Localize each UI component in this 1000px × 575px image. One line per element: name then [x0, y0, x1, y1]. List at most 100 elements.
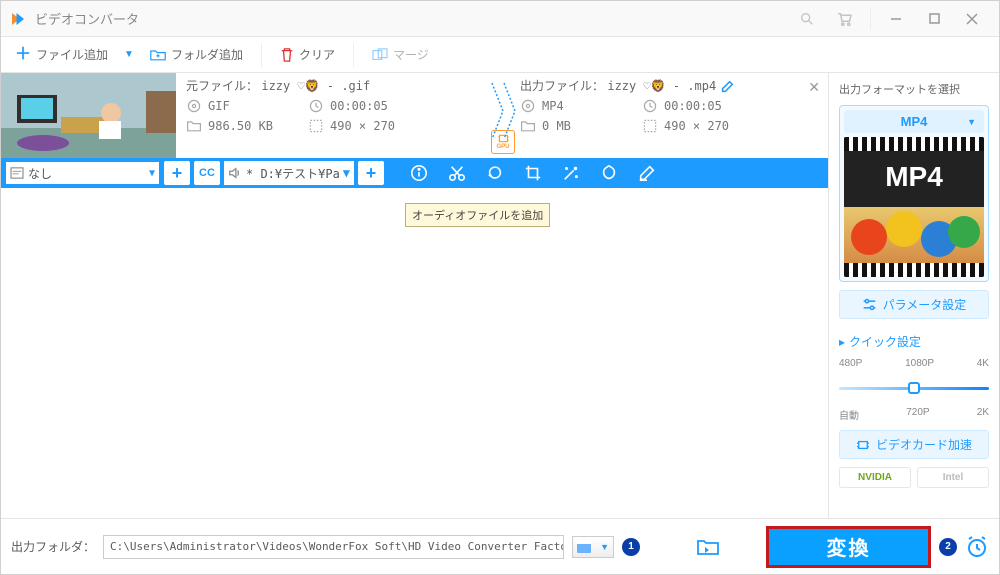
intel-badge: Intel [917, 467, 989, 488]
sliders-icon [862, 298, 877, 311]
output-column: 出力ファイル： izzy ♡🦁 - .mp4 MP4 00:00:05 0 MB… [520, 77, 820, 156]
vendor-row: NVIDIA Intel [839, 467, 989, 488]
output-folder-field[interactable]: C:\Users\Administrator\Videos\WonderFox … [103, 535, 564, 559]
audio-value: * D:¥テスト¥Pack [246, 165, 339, 182]
rotate-icon[interactable] [486, 164, 504, 182]
source-size: 986.50 KB [208, 119, 273, 133]
subtitle-select[interactable]: なし ▼ [5, 161, 160, 185]
scale-bottom-labels: 自動720P2K [839, 407, 989, 422]
callout-1: 1 [622, 538, 640, 556]
output-size: 0 MB [542, 119, 571, 133]
quick-set-heading: ▸クイック設定 [839, 333, 989, 350]
param-label: パラメータ設定 [883, 296, 967, 313]
add-file-button[interactable]: ＋ ファイル追加 [9, 42, 114, 67]
add-subtitle-button[interactable]: + [164, 161, 190, 185]
edit-pen-icon[interactable] [638, 164, 656, 182]
edit-icon[interactable] [720, 80, 734, 94]
output-filename: izzy ♡🦁 - .mp4 [607, 79, 716, 93]
output-path: C:\Users\Administrator\Videos\WonderFox … [110, 540, 564, 553]
slider-knob[interactable] [908, 382, 920, 394]
crop-icon[interactable] [524, 164, 542, 182]
format-card[interactable]: MP4 ▼ MP4 [839, 105, 989, 282]
folder-icon [186, 118, 202, 134]
add-file-chevron-icon[interactable]: ▼ [120, 49, 138, 60]
source-label: 元ファイル： [186, 79, 258, 93]
cc-button[interactable]: CC [194, 161, 220, 185]
merge-icon [372, 48, 388, 62]
add-folder-button[interactable]: フォルダ追加 [144, 42, 249, 67]
audio-select[interactable]: * D:¥テスト¥Pack ▼ [224, 161, 354, 185]
output-folder-label: 出力フォルダ： [11, 538, 95, 555]
output-folder-dropdown[interactable]: ▼ [572, 536, 614, 558]
edit-tool-strip [394, 164, 672, 182]
format-preview: MP4 [844, 137, 984, 277]
cut-icon[interactable] [448, 164, 466, 182]
maximize-button[interactable] [915, 1, 953, 37]
output-format-title: 出力フォーマットを選択 [839, 81, 989, 97]
convert-label: 変換 [827, 532, 871, 561]
bottom-bar: 出力フォルダ： C:\Users\Administrator\Videos\Wo… [1, 518, 999, 574]
content-pane: 元ファイル： izzy ♡🦁 - .gif GIF 00:00:05 986.5… [1, 73, 829, 518]
cart-icon[interactable] [826, 1, 864, 37]
clear-label: クリア [299, 46, 335, 63]
add-audio-tooltip: オーディオファイルを追加 [405, 203, 550, 227]
remove-item-button[interactable]: ✕ [808, 79, 820, 96]
add-file-label: ファイル追加 [36, 46, 108, 63]
format-select[interactable]: MP4 ▼ [844, 110, 984, 133]
right-panel: 出力フォーマットを選択 MP4 ▼ MP4 パラメータ設定 [829, 73, 999, 518]
quick-set-slider[interactable]: 480P1080P4K 自動720P2K [839, 358, 989, 422]
output-dimensions: 490 × 270 [664, 119, 729, 133]
source-filename: izzy ♡🦁 - .gif [261, 79, 370, 93]
format-big-label: MP4 [844, 161, 984, 193]
add-audio-button[interactable]: + [358, 161, 384, 185]
source-dimensions: 490 × 270 [330, 119, 395, 133]
scale-top-labels: 480P1080P4K [839, 358, 989, 369]
dimensions-icon [642, 118, 658, 134]
gpu-accel-button[interactable]: ビデオカード加速 [839, 430, 989, 459]
window-title: ビデオコンバータ [35, 9, 139, 28]
conversion-divider: GPU [486, 77, 520, 156]
add-folder-label: フォルダ追加 [171, 46, 243, 63]
media-item: 元ファイル： izzy ♡🦁 - .gif GIF 00:00:05 986.5… [1, 73, 828, 188]
convert-button[interactable]: 変換 [766, 526, 931, 568]
app-logo-icon [9, 10, 27, 28]
main-area: 元ファイル： izzy ♡🦁 - .gif GIF 00:00:05 986.5… [1, 73, 999, 518]
gpu-label: GPU [496, 144, 509, 150]
speaker-icon [228, 166, 242, 180]
merge-button: マージ [366, 42, 435, 67]
chip-icon [856, 439, 870, 451]
thumbnail[interactable] [1, 73, 176, 158]
clock-icon [642, 98, 658, 114]
output-format: MP4 [542, 99, 564, 113]
titlebar: ビデオコンバータ [1, 1, 999, 37]
output-duration: 00:00:05 [664, 99, 722, 113]
app-window: ビデオコンバータ ＋ ファイル追加 ▼ フォルダ追加 クリア マージ [0, 0, 1000, 575]
clock-icon [308, 98, 324, 114]
clear-button[interactable]: クリア [274, 42, 341, 67]
folder-plus-icon [150, 48, 166, 62]
parameter-settings-button[interactable]: パラメータ設定 [839, 290, 989, 319]
callout-2: 2 [939, 538, 957, 556]
close-button[interactable] [953, 1, 991, 37]
open-folder-icon[interactable] [696, 537, 720, 557]
disc-icon [186, 98, 202, 114]
trash-icon [280, 47, 294, 63]
format-value: MP4 [901, 114, 928, 129]
subtitle-value: なし [28, 165, 145, 182]
subtitle-icon [10, 167, 24, 179]
source-column: 元ファイル： izzy ♡🦁 - .gif GIF 00:00:05 986.5… [186, 77, 486, 156]
effects-icon[interactable] [562, 164, 580, 182]
item-details: 元ファイル： izzy ♡🦁 - .gif GIF 00:00:05 986.5… [176, 73, 828, 158]
nvidia-badge: NVIDIA [839, 467, 911, 488]
search-icon[interactable] [788, 1, 826, 37]
main-toolbar: ＋ ファイル追加 ▼ フォルダ追加 クリア マージ [1, 37, 999, 73]
item-toolbar: なし ▼ + CC * D:¥テスト¥Pack ▼ + [1, 158, 828, 188]
minimize-button[interactable] [877, 1, 915, 37]
info-icon[interactable] [410, 164, 428, 182]
disc-icon [520, 98, 536, 114]
alarm-icon[interactable] [965, 535, 989, 559]
folder-icon [520, 118, 536, 134]
watermark-icon[interactable] [600, 164, 618, 182]
dimensions-icon [308, 118, 324, 134]
merge-label: マージ [393, 46, 429, 63]
